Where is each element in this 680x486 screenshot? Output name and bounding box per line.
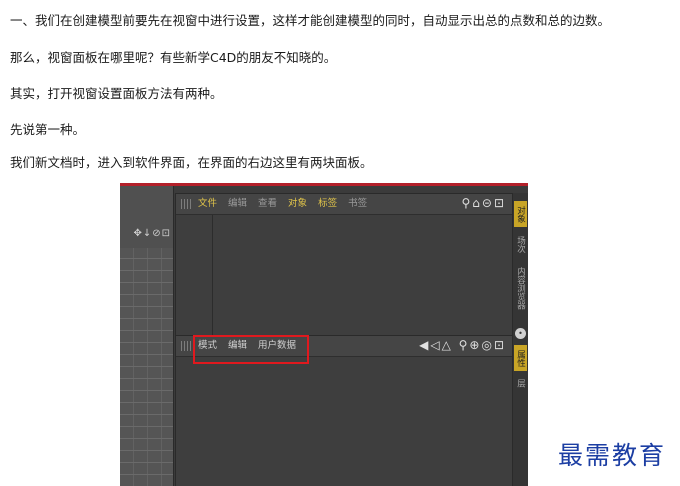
object-menu-item[interactable]: 标签 (318, 198, 337, 209)
article-paragraph-2: 那么，视窗面板在哪里呢？有些新学C4D的朋友不知晓的。 (10, 50, 337, 65)
object-menu-item[interactable]: 编辑 (228, 198, 247, 209)
object-manager-panel: 文件 编辑 查看 对象 标签 书签 ⚲⌂⊝⊡ (175, 193, 513, 337)
object-manager-toolbar-icons: ⚲⌂⊝⊡ (461, 196, 506, 210)
attribute-manager-toolbar-icons: ◀◁△ ⚲⊕◎⊡ (419, 338, 506, 352)
viewport-toolbar-icons: ✥↓⊘⊡ (133, 228, 171, 239)
panel-grip-icon (181, 341, 191, 351)
c4d-screenshot: ✥↓⊘⊡ 文件 编辑 查看 对象 标签 书签 ⚲⌂⊝⊡ 模式 编辑 用户数据 ◀◁△ ⚲⊕◎⊡… (120, 183, 528, 486)
object-menu-item[interactable]: 对象 (288, 198, 307, 209)
article-paragraph-3: 其实，打开视窗设置面板方法有两种。 (10, 86, 223, 101)
object-menu-item[interactable]: 文件 (198, 198, 217, 209)
tab-objects[interactable]: 对象 (514, 201, 527, 227)
panel-grip-icon (181, 199, 191, 209)
tab-takes[interactable]: 场次 (514, 231, 527, 257)
tab-attributes[interactable]: 属性 (514, 345, 527, 371)
viewport-panel: ✥↓⊘⊡ (120, 186, 174, 486)
highlight-box (193, 335, 309, 364)
article-paragraph-1: 一、我们在创建模型前要先在视窗中进行设置，这样才能创建模型的同时，自动显示出总的… (10, 13, 611, 28)
object-manager-menubar: 文件 编辑 查看 对象 标签 书签 ⚲⌂⊝⊡ (176, 194, 512, 215)
side-tab-strip: 对象 场次 内容浏览器 构造 • 属性 层 (513, 193, 528, 486)
tab-layers[interactable]: 层 (514, 375, 527, 391)
viewport-grid (120, 248, 173, 486)
tab-content-browser[interactable]: 内容浏览器 (514, 263, 527, 313)
article-paragraph-5: 我们新文档时，进入到软件界面，在界面的右边这里有两块面板。 (10, 155, 373, 170)
watermark-logo: 最需教育 (558, 441, 667, 470)
object-menu-item[interactable]: 查看 (258, 198, 277, 209)
column-divider (212, 215, 213, 335)
article-paragraph-4: 先说第一种。 (10, 122, 86, 137)
object-manager-menu: 文件 编辑 查看 对象 标签 书签 (198, 198, 378, 210)
top-accent-line (120, 183, 528, 186)
panel-toggle-button[interactable]: • (515, 328, 526, 339)
object-menu-item[interactable]: 书签 (348, 198, 367, 209)
